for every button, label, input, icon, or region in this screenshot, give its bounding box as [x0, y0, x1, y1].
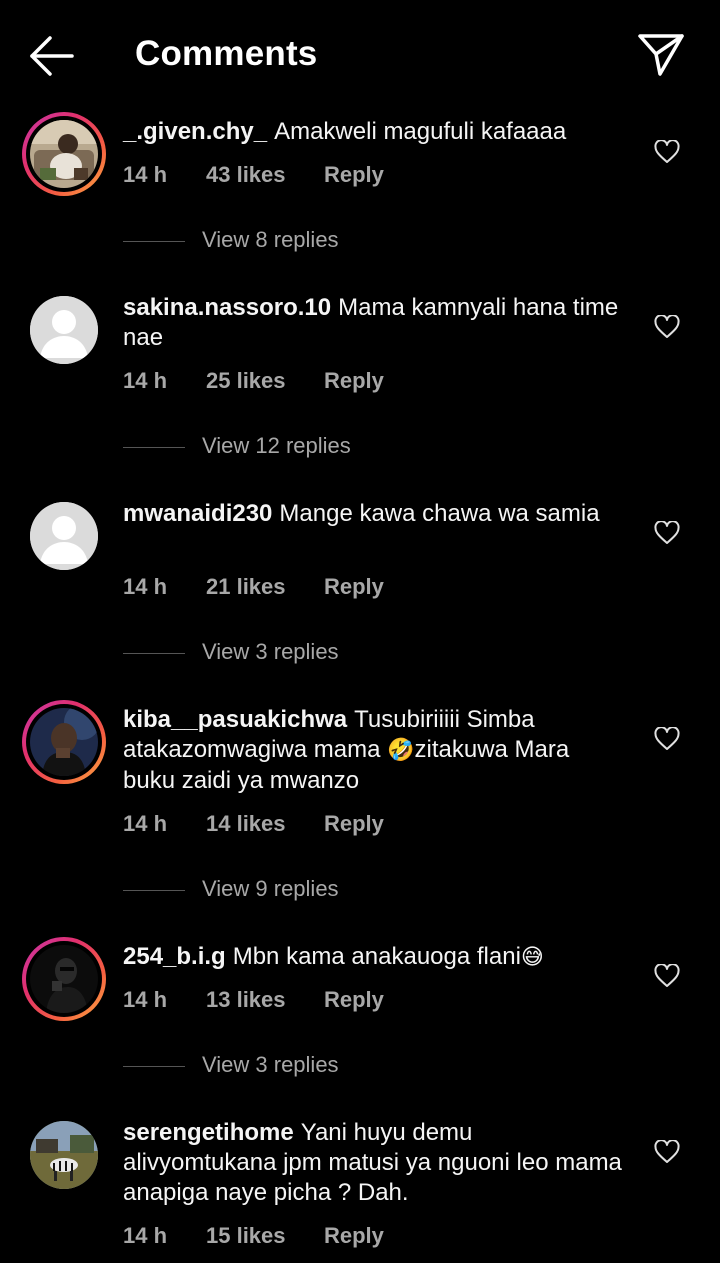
comment-likes[interactable]: 14 likes — [206, 811, 286, 837]
comment-text: kiba__pasuakichwa Tusubiriiiii Simba atak… — [123, 705, 623, 796]
replies-divider — [123, 1066, 185, 1067]
like-button[interactable] — [654, 1139, 680, 1164]
view-replies-label: View 3 replies — [202, 639, 339, 664]
reply-button[interactable]: Reply — [324, 574, 384, 600]
avatar — [30, 945, 98, 1013]
heart-icon — [654, 963, 680, 987]
avatar — [30, 708, 98, 776]
comment-body: Mange kawa chawa wa samia — [279, 500, 600, 527]
avatar-story-ring[interactable] — [22, 937, 106, 1021]
comment-likes[interactable]: 25 likes — [206, 368, 286, 394]
view-replies-label: View 8 replies — [202, 227, 339, 252]
default-avatar-icon — [30, 296, 98, 364]
reply-button[interactable]: Reply — [324, 987, 384, 1013]
paper-plane-icon — [638, 34, 684, 76]
heart-icon — [654, 314, 680, 338]
comment-username[interactable]: mwanaidi230 — [123, 500, 272, 527]
comment-time: 14 h — [123, 368, 168, 393]
comment-username[interactable]: serengetihome — [123, 1119, 294, 1146]
share-button[interactable] — [636, 30, 686, 78]
avatar-story-ring[interactable] — [22, 700, 106, 784]
comment-likes[interactable]: 15 likes — [206, 1223, 286, 1249]
comment-likes[interactable]: 43 likes — [206, 162, 286, 188]
replies-divider — [123, 653, 185, 654]
comment-time: 14 h — [123, 987, 168, 1012]
comment-username[interactable]: _.given.chy_ — [123, 118, 267, 145]
reply-button[interactable]: Reply — [324, 1223, 384, 1249]
comment-time: 14 h — [123, 574, 168, 599]
comment-time: 14 h — [123, 811, 168, 836]
like-button[interactable] — [654, 726, 680, 751]
avatar-story-ring[interactable] — [22, 112, 106, 196]
reply-button[interactable]: Reply — [324, 368, 384, 394]
heart-icon — [654, 139, 680, 163]
avatar[interactable] — [30, 1121, 98, 1189]
comment-likes[interactable]: 21 likes — [206, 574, 286, 600]
view-replies-label: View 9 replies — [202, 876, 339, 901]
comment-username[interactable]: 254_b.i.g — [123, 943, 226, 970]
comment-text: serengetihome Yani huyu demu alivyomtukan… — [123, 1118, 623, 1208]
comment-text: _.given.chy_ Amakweli magufuli kafaaaa — [123, 117, 623, 147]
page-title: Comments — [135, 34, 318, 73]
comment-body: Amakweli magufuli kafaaaa — [274, 118, 567, 145]
like-button[interactable] — [654, 314, 680, 339]
comment-likes[interactable]: 13 likes — [206, 987, 286, 1013]
comment-body: Mbn kama anakauoga flani — [232, 943, 521, 970]
comment-text: mwanaidi230 Mange kawa chawa wa samia — [123, 499, 623, 529]
replies-divider — [123, 241, 185, 242]
comment-time: 14 h — [123, 162, 168, 187]
laughing-emoji: 🤣 — [387, 738, 415, 763]
like-button[interactable] — [654, 963, 680, 988]
view-replies-label: View 12 replies — [202, 433, 351, 458]
comment-username[interactable]: kiba__pasuakichwa — [123, 706, 347, 733]
view-replies-label: View 3 replies — [202, 1052, 339, 1077]
replies-divider — [123, 447, 185, 448]
replies-divider — [123, 890, 185, 891]
default-avatar-icon — [30, 502, 98, 570]
like-button[interactable] — [654, 520, 680, 545]
arrow-left-icon — [30, 36, 74, 76]
heart-icon — [654, 520, 680, 544]
avatar[interactable] — [30, 296, 98, 364]
like-button[interactable] — [654, 139, 680, 164]
comment-username[interactable]: sakina.nassoro.10 — [123, 294, 331, 321]
heart-icon — [654, 1139, 680, 1163]
back-button[interactable] — [26, 32, 78, 80]
sweat-smile-emoji: 😅 — [520, 945, 544, 970]
reply-button[interactable]: Reply — [324, 162, 384, 188]
header-bar: Comments — [0, 0, 720, 110]
reply-button[interactable]: Reply — [324, 811, 384, 837]
comment-text: 254_b.i.g Mbn kama anakauoga flani😅 — [123, 942, 623, 973]
avatar — [30, 120, 98, 188]
comment-text: sakina.nassoro.10 Mama kamnyali hana time… — [123, 293, 623, 353]
heart-icon — [654, 726, 680, 750]
avatar[interactable] — [30, 502, 98, 570]
comment-time: 14 h — [123, 1223, 168, 1248]
